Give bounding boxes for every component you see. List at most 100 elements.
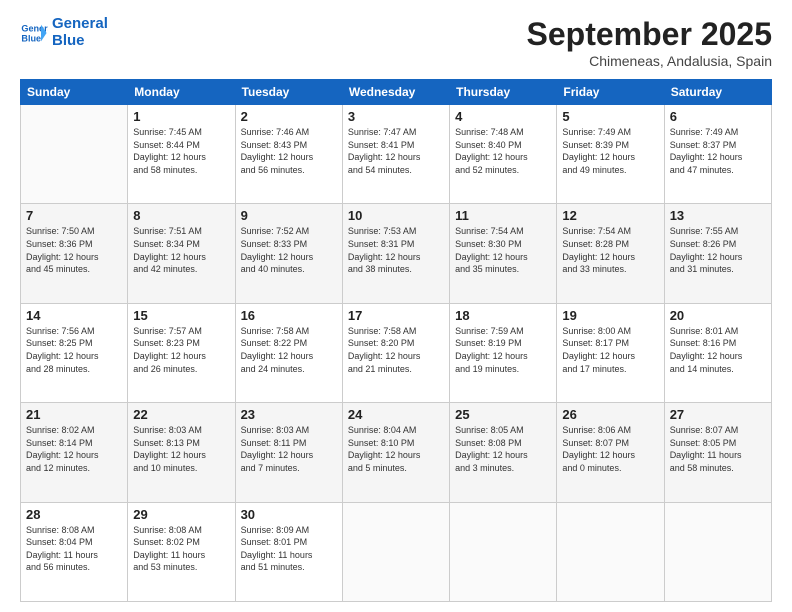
day-info: Sunrise: 7:49 AM Sunset: 8:37 PM Dayligh… [670,126,766,176]
weekday-header-saturday: Saturday [664,80,771,105]
day-number: 8 [133,208,229,223]
day-number: 16 [241,308,337,323]
month-title: September 2025 [527,16,772,53]
weekday-header-sunday: Sunday [21,80,128,105]
day-number: 14 [26,308,122,323]
day-number: 13 [670,208,766,223]
logo-text: GeneralBlue [52,16,108,49]
day-info: Sunrise: 8:05 AM Sunset: 8:08 PM Dayligh… [455,424,551,474]
day-info: Sunrise: 7:57 AM Sunset: 8:23 PM Dayligh… [133,325,229,375]
weekday-header-thursday: Thursday [450,80,557,105]
calendar-cell: 25Sunrise: 8:05 AM Sunset: 8:08 PM Dayli… [450,403,557,502]
day-number: 19 [562,308,658,323]
day-info: Sunrise: 8:08 AM Sunset: 8:04 PM Dayligh… [26,524,122,574]
day-number: 22 [133,407,229,422]
day-info: Sunrise: 8:01 AM Sunset: 8:16 PM Dayligh… [670,325,766,375]
day-info: Sunrise: 8:00 AM Sunset: 8:17 PM Dayligh… [562,325,658,375]
day-number: 10 [348,208,444,223]
calendar-cell: 8 Sunrise: 7:51 AM Sunset: 8:34 PM Daylig… [128,204,235,303]
calendar-cell: 23Sunrise: 8:03 AM Sunset: 8:11 PM Dayli… [235,403,342,502]
calendar-cell: 16Sunrise: 7:58 AM Sunset: 8:22 PM Dayli… [235,303,342,402]
calendar-cell: 26 Sunrise: 8:06 AM Sunset: 8:07 PM Dayli… [557,403,664,502]
day-info: Sunrise: 7:48 AM Sunset: 8:40 PM Dayligh… [455,126,551,176]
day-number: 12 [562,208,658,223]
day-info: Sunrise: 7:47 AM Sunset: 8:41 PM Dayligh… [348,126,444,176]
day-info: Sunrise: 7:50 AM Sunset: 8:36 PM Dayligh… [26,225,122,275]
calendar-cell: 2Sunrise: 7:46 AM Sunset: 8:43 PM Daylig… [235,105,342,204]
calendar-cell: 13 Sunrise: 7:55 AM Sunset: 8:26 PM Dayli… [664,204,771,303]
logo-icon: General Blue [20,19,48,47]
calendar-cell: 15 Sunrise: 7:57 AM Sunset: 8:23 PM Dayli… [128,303,235,402]
day-info: Sunrise: 7:54 AM Sunset: 8:28 PM Dayligh… [562,225,658,275]
day-number: 3 [348,109,444,124]
day-number: 18 [455,308,551,323]
day-number: 1 [133,109,229,124]
day-number: 9 [241,208,337,223]
day-info: Sunrise: 7:51 AM Sunset: 8:34 PM Dayligh… [133,225,229,275]
day-info: Sunrise: 7:46 AM Sunset: 8:43 PM Dayligh… [241,126,337,176]
day-number: 5 [562,109,658,124]
calendar-table: SundayMondayTuesdayWednesdayThursdayFrid… [20,79,772,602]
calendar-cell: 11 Sunrise: 7:54 AM Sunset: 8:30 PM Dayli… [450,204,557,303]
day-info: Sunrise: 7:52 AM Sunset: 8:33 PM Dayligh… [241,225,337,275]
svg-text:Blue: Blue [21,33,41,43]
calendar-cell: 28Sunrise: 8:08 AM Sunset: 8:04 PM Dayli… [21,502,128,601]
day-number: 7 [26,208,122,223]
calendar-cell [557,502,664,601]
calendar-cell: 22 Sunrise: 8:03 AM Sunset: 8:13 PM Dayli… [128,403,235,502]
calendar-cell: 17Sunrise: 7:58 AM Sunset: 8:20 PM Dayli… [342,303,449,402]
page: General Blue GeneralBlue September 2025 … [0,0,792,612]
day-info: Sunrise: 7:59 AM Sunset: 8:19 PM Dayligh… [455,325,551,375]
calendar-cell: 4 Sunrise: 7:48 AM Sunset: 8:40 PM Daylig… [450,105,557,204]
day-info: Sunrise: 8:06 AM Sunset: 8:07 PM Dayligh… [562,424,658,474]
day-number: 17 [348,308,444,323]
day-info: Sunrise: 7:55 AM Sunset: 8:26 PM Dayligh… [670,225,766,275]
day-info: Sunrise: 8:02 AM Sunset: 8:14 PM Dayligh… [26,424,122,474]
day-number: 30 [241,507,337,522]
calendar-cell: 9 Sunrise: 7:52 AM Sunset: 8:33 PM Daylig… [235,204,342,303]
logo: General Blue GeneralBlue [20,16,108,49]
calendar-cell: 18 Sunrise: 7:59 AM Sunset: 8:19 PM Dayli… [450,303,557,402]
day-info: Sunrise: 7:54 AM Sunset: 8:30 PM Dayligh… [455,225,551,275]
day-number: 11 [455,208,551,223]
calendar-cell: 12 Sunrise: 7:54 AM Sunset: 8:28 PM Dayli… [557,204,664,303]
day-number: 26 [562,407,658,422]
calendar-cell: 7 Sunrise: 7:50 AM Sunset: 8:36 PM Daylig… [21,204,128,303]
day-info: Sunrise: 8:07 AM Sunset: 8:05 PM Dayligh… [670,424,766,474]
day-info: Sunrise: 8:03 AM Sunset: 8:13 PM Dayligh… [133,424,229,474]
day-number: 27 [670,407,766,422]
day-info: Sunrise: 8:09 AM Sunset: 8:01 PM Dayligh… [241,524,337,574]
calendar-cell: 29 Sunrise: 8:08 AM Sunset: 8:02 PM Dayli… [128,502,235,601]
calendar-cell: 27 Sunrise: 8:07 AM Sunset: 8:05 PM Dayli… [664,403,771,502]
calendar-cell: 21Sunrise: 8:02 AM Sunset: 8:14 PM Dayli… [21,403,128,502]
day-info: Sunrise: 8:08 AM Sunset: 8:02 PM Dayligh… [133,524,229,574]
day-number: 15 [133,308,229,323]
day-info: Sunrise: 7:49 AM Sunset: 8:39 PM Dayligh… [562,126,658,176]
day-info: Sunrise: 7:53 AM Sunset: 8:31 PM Dayligh… [348,225,444,275]
weekday-header-monday: Monday [128,80,235,105]
day-info: Sunrise: 8:04 AM Sunset: 8:10 PM Dayligh… [348,424,444,474]
weekday-header-tuesday: Tuesday [235,80,342,105]
location: Chimeneas, Andalusia, Spain [527,53,772,69]
calendar-cell: 30 Sunrise: 8:09 AM Sunset: 8:01 PM Dayli… [235,502,342,601]
weekday-header-wednesday: Wednesday [342,80,449,105]
calendar-cell: 19 Sunrise: 8:00 AM Sunset: 8:17 PM Dayli… [557,303,664,402]
header: General Blue GeneralBlue September 2025 … [20,16,772,69]
calendar-cell [450,502,557,601]
calendar-cell: 10 Sunrise: 7:53 AM Sunset: 8:31 PM Dayli… [342,204,449,303]
calendar-cell: 20 Sunrise: 8:01 AM Sunset: 8:16 PM Dayli… [664,303,771,402]
day-number: 23 [241,407,337,422]
day-number: 24 [348,407,444,422]
calendar-cell [342,502,449,601]
day-number: 29 [133,507,229,522]
day-number: 6 [670,109,766,124]
calendar-cell: 6 Sunrise: 7:49 AM Sunset: 8:37 PM Daylig… [664,105,771,204]
day-info: Sunrise: 7:56 AM Sunset: 8:25 PM Dayligh… [26,325,122,375]
title-block: September 2025 Chimeneas, Andalusia, Spa… [527,16,772,69]
weekday-header-friday: Friday [557,80,664,105]
day-number: 20 [670,308,766,323]
day-number: 4 [455,109,551,124]
calendar-cell: 1Sunrise: 7:45 AM Sunset: 8:44 PM Daylig… [128,105,235,204]
calendar-cell: 14 Sunrise: 7:56 AM Sunset: 8:25 PM Dayli… [21,303,128,402]
calendar-cell: 24 Sunrise: 8:04 AM Sunset: 8:10 PM Dayli… [342,403,449,502]
